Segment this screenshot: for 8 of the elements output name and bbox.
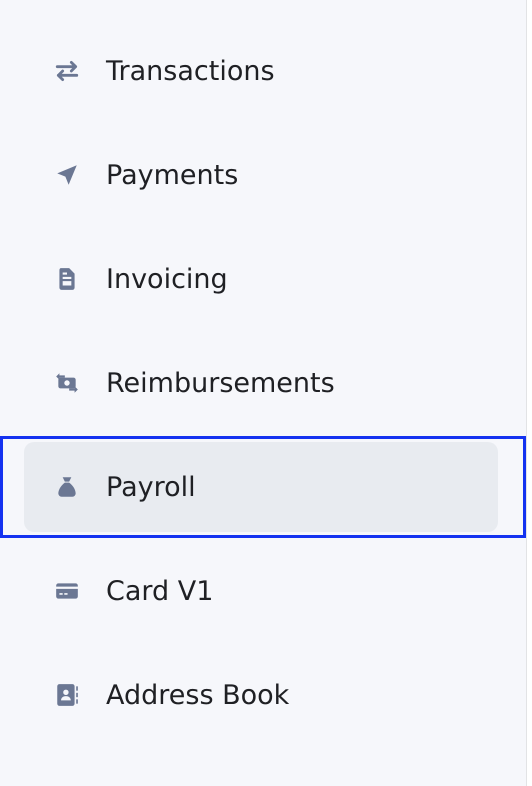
transfer-arrows-icon: [54, 58, 80, 84]
sidebar-item[interactable]: Payroll: [24, 442, 498, 532]
sidebar-item[interactable]: Invoicing: [24, 234, 498, 324]
sidebar-item[interactable]: Transactions: [24, 26, 498, 116]
sidebar-item[interactable]: Address Book: [24, 650, 498, 740]
sidebar-item[interactable]: Payments: [24, 130, 498, 220]
sidebar-item[interactable]: Card V1: [24, 546, 498, 636]
sidebar-item[interactable]: Reimbursements: [24, 338, 498, 428]
